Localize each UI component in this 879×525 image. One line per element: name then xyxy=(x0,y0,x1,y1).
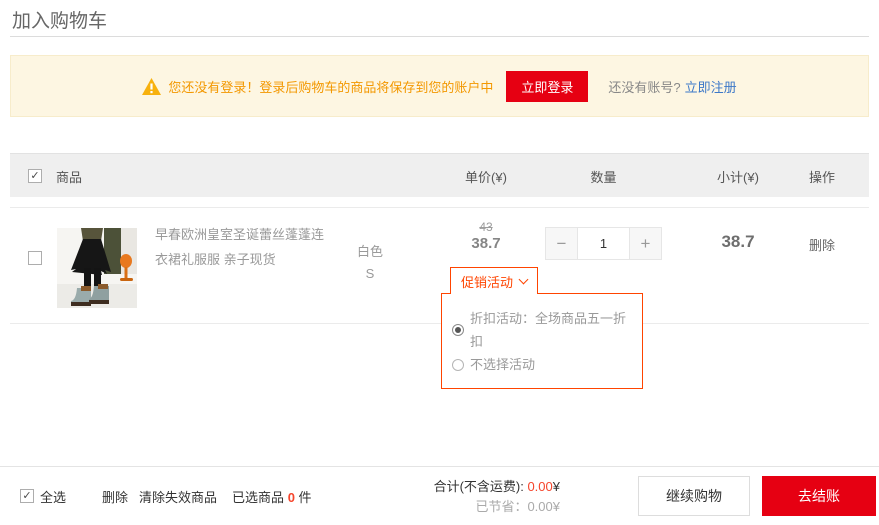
total-value: 0.00 xyxy=(527,479,552,494)
current-price: 38.7 xyxy=(430,235,542,253)
radio-icon[interactable] xyxy=(452,359,464,371)
quantity-decrease-button[interactable]: − xyxy=(546,228,577,259)
promotion-popup: 折扣活动：全场商品五一折扣 不选择活动 xyxy=(441,293,643,389)
item-checkbox[interactable] xyxy=(28,251,42,265)
original-price: 43 xyxy=(430,219,542,235)
chevron-down-icon xyxy=(519,274,529,284)
warning-icon xyxy=(142,78,161,95)
title-divider xyxy=(10,36,869,37)
header-unit-price: 单价(¥) xyxy=(430,154,542,198)
product-image[interactable] xyxy=(57,228,137,308)
unit-price-cell: 43 38.7 xyxy=(430,219,542,253)
login-warning-message: 您还没有登录！登录后购物车的商品将保存到您的账户中 xyxy=(168,77,493,96)
header-product: 商品 xyxy=(56,154,176,198)
cart-footer-bar: ✓ 全选 删除 清除失效商品 已选商品 0 件 合计(不含运费): 0.00¥ … xyxy=(0,466,879,524)
continue-shopping-button[interactable]: 继续购物 xyxy=(638,476,750,516)
cart-table-header: ✓ 商品 单价(¥) 数量 小计(¥) 操作 xyxy=(10,153,869,197)
promo-option-discount[interactable]: 折扣活动：全场商品五一折扣 xyxy=(452,307,632,353)
quantity-input[interactable] xyxy=(577,228,630,259)
no-account-text: 还没有账号? xyxy=(608,77,680,96)
quantity-stepper: − + xyxy=(545,227,662,260)
saved-line: 已节省：0.00¥ xyxy=(420,498,560,516)
total-line: 合计(不含运费): 0.00¥ xyxy=(420,478,560,496)
variant-color: 白色 xyxy=(335,241,405,263)
header-quantity: 数量 xyxy=(545,154,662,198)
selected-count-text: 已选商品 0 件 xyxy=(232,487,312,506)
cart-item-row: 早春欧洲皇室圣诞蕾丝蓬蓬连 衣裙礼服服 亲子现货 白色 S 43 38.7 − … xyxy=(10,207,869,324)
footer-delete-link[interactable]: 删除 xyxy=(102,487,128,506)
totals-block: 合计(不含运费): 0.00¥ 已节省：0.00¥ xyxy=(420,478,560,516)
login-warning-banner: 您还没有登录！登录后购物车的商品将保存到您的账户中 立即登录 还没有账号? 立即… xyxy=(10,55,869,117)
total-currency: ¥ xyxy=(553,479,560,494)
promo-option-none[interactable]: 不选择活动 xyxy=(452,353,632,376)
quantity-increase-button[interactable]: + xyxy=(630,228,661,259)
select-all-label[interactable]: 全选 xyxy=(40,487,66,506)
variant-size: S xyxy=(335,263,405,285)
promotion-label: 促销活动 xyxy=(461,272,513,291)
product-variant: 白色 S xyxy=(335,241,405,285)
checkout-button[interactable]: 去结账 xyxy=(762,476,876,516)
selected-count: 0 xyxy=(288,490,295,505)
page-title: 加入购物车 xyxy=(12,6,107,33)
promotion-dropdown-toggle[interactable]: 促销活动 xyxy=(450,267,538,294)
clear-invalid-link[interactable]: 清除失效商品 xyxy=(139,487,217,506)
header-action: 操作 xyxy=(775,154,869,198)
select-all-header-checkbox[interactable]: ✓ xyxy=(28,169,42,183)
delete-item-link[interactable]: 删除 xyxy=(775,235,869,254)
login-now-button[interactable]: 立即登录 xyxy=(506,71,588,102)
saved-value: 0.00¥ xyxy=(527,499,560,514)
register-now-link[interactable]: 立即注册 xyxy=(685,77,737,96)
radio-icon[interactable] xyxy=(452,324,464,336)
select-all-checkbox[interactable]: ✓ xyxy=(20,489,34,503)
product-title[interactable]: 早春欧洲皇室圣诞蕾丝蓬蓬连 衣裙礼服服 亲子现货 xyxy=(155,222,345,272)
